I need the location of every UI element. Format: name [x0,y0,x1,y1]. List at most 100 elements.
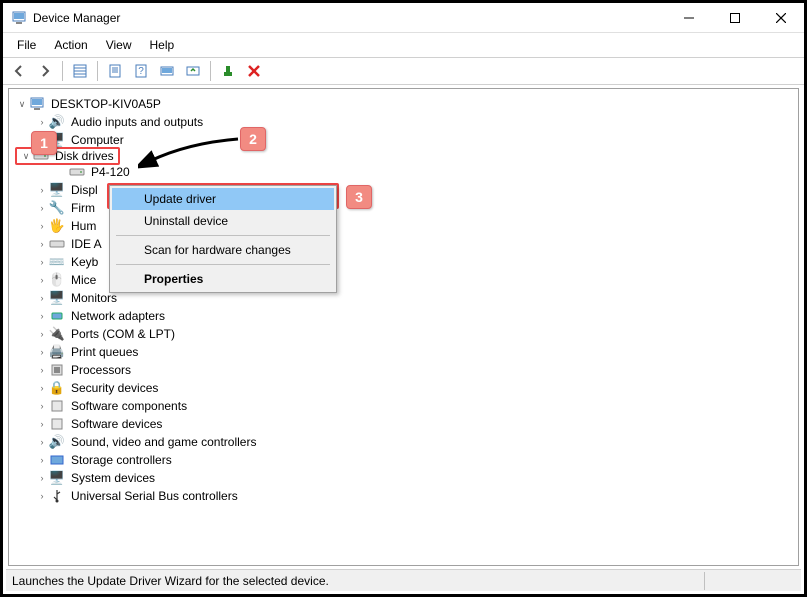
menu-view[interactable]: View [98,36,140,54]
statusbar: Launches the Update Driver Wizard for th… [6,569,801,591]
ctx-scan[interactable]: Scan for hardware changes [112,239,334,261]
tree-node-label: Processors [69,361,133,379]
expand-icon[interactable]: › [35,397,49,415]
maximize-button[interactable] [712,3,758,33]
menu-help[interactable]: Help [142,36,183,54]
tree-node-label: Hum [69,217,98,235]
monitor-icon: 🖥️ [49,290,65,306]
disk-icon [69,164,85,180]
expand-icon[interactable]: › [35,113,49,131]
tree-node-label: Software components [69,397,189,415]
tree-node-printqueues[interactable]: › 🖨️ Print queues [15,343,798,361]
expand-icon[interactable]: › [35,433,49,451]
tree-node-label: Software devices [69,415,164,433]
toolbar: ? [3,57,804,85]
tree-node-storage[interactable]: › Storage controllers [15,451,798,469]
annotation-badge-1: 1 [31,131,57,155]
menu-action[interactable]: Action [46,36,95,54]
annotation-badge-3: 3 [346,185,372,209]
ctx-item-label: Scan for hardware changes [144,243,291,257]
menubar: File Action View Help [3,33,804,57]
tree-node-audio[interactable]: › 🔊 Audio inputs and outputs [15,113,798,131]
tree-node-p4120[interactable]: P4-120 [15,163,798,181]
tree-node-usb[interactable]: › Universal Serial Bus controllers [15,487,798,505]
tree-node-computer[interactable]: › 🖥️ Computer [15,131,798,149]
window-title: Device Manager [33,11,120,25]
expand-icon[interactable]: › [35,415,49,433]
software-device-icon [49,416,65,432]
app-icon [11,10,27,26]
network-icon [49,308,65,324]
expand-icon[interactable]: › [35,379,49,397]
tree-node-label: Print queues [69,343,140,361]
tree-node-label: P4-120 [89,163,132,181]
expand-icon[interactable]: › [35,325,49,343]
tree-node-label: System devices [69,469,157,487]
ctx-properties[interactable]: Properties [112,268,334,290]
expand-icon[interactable]: › [35,199,49,217]
usb-icon [49,488,65,504]
security-icon: 🔒 [49,380,65,396]
svg-text:?: ? [138,66,144,77]
tree-node-label: IDE A [69,235,104,253]
tree-root-label: DESKTOP-KIV0A5P [49,95,163,113]
toolbar-separator [210,61,211,81]
expand-icon[interactable]: › [35,451,49,469]
expand-icon[interactable]: › [35,289,49,307]
tree-node-network[interactable]: › Network adapters [15,307,798,325]
close-button[interactable] [758,3,804,33]
cpu-icon [49,362,65,378]
expand-icon[interactable]: › [35,469,49,487]
tree-node-label: Sound, video and game controllers [69,433,258,451]
show-tree-button[interactable] [68,59,92,83]
ctx-separator [116,235,330,236]
toolbar-separator [62,61,63,81]
expand-icon[interactable]: › [35,271,49,289]
minimize-button[interactable] [666,3,712,33]
expand-icon[interactable]: › [35,343,49,361]
firmware-icon: 🔧 [49,200,65,216]
tree-node-ports[interactable]: › 🔌 Ports (COM & LPT) [15,325,798,343]
enable-device-button[interactable] [216,59,240,83]
ports-icon: 🔌 [49,326,65,342]
computer-root-icon [29,96,45,112]
expand-icon[interactable]: › [35,253,49,271]
menu-file[interactable]: File [9,36,44,54]
ctx-item-label: Properties [144,272,203,286]
back-button[interactable] [7,59,31,83]
tree-node-label: Network adapters [69,307,167,325]
expand-icon[interactable]: › [35,307,49,325]
context-menu: Update driver Uninstall device Scan for … [109,185,337,293]
forward-button[interactable] [33,59,57,83]
sound-icon: 🔊 [49,434,65,450]
status-separator [704,572,705,590]
tree-node-system[interactable]: › 🖥️ System devices [15,469,798,487]
printer-icon: 🖨️ [49,344,65,360]
hid-icon: 🖐️ [49,218,65,234]
tree-node-security[interactable]: › 🔒 Security devices [15,379,798,397]
tree-node-label: Storage controllers [69,451,174,469]
ctx-uninstall[interactable]: Uninstall device [112,210,334,232]
expand-icon[interactable]: ∨ [15,95,29,113]
expand-icon[interactable]: › [35,361,49,379]
scan-button[interactable] [155,59,179,83]
tree-node-processors[interactable]: › Processors [15,361,798,379]
expand-icon[interactable]: › [35,235,49,253]
ctx-update-driver[interactable]: Update driver [112,188,334,210]
device-tree[interactable]: ∨ DESKTOP-KIV0A5P › 🔊 Audio inputs and o… [9,89,798,511]
expand-icon[interactable]: › [35,487,49,505]
expand-icon[interactable]: › [35,217,49,235]
expand-icon[interactable]: › [35,181,49,199]
keyboard-icon: ⌨️ [49,254,65,270]
properties-button[interactable] [103,59,127,83]
tree-node-swdev[interactable]: › Software devices [15,415,798,433]
ide-icon [49,236,65,252]
update-button[interactable] [181,59,205,83]
ctx-item-label: Uninstall device [144,214,228,228]
tree-node-label: Mice [69,271,98,289]
uninstall-button[interactable] [242,59,266,83]
tree-node-sound[interactable]: › 🔊 Sound, video and game controllers [15,433,798,451]
tree-root[interactable]: ∨ DESKTOP-KIV0A5P [15,95,798,113]
help-button[interactable]: ? [129,59,153,83]
tree-node-swcomp[interactable]: › Software components [15,397,798,415]
